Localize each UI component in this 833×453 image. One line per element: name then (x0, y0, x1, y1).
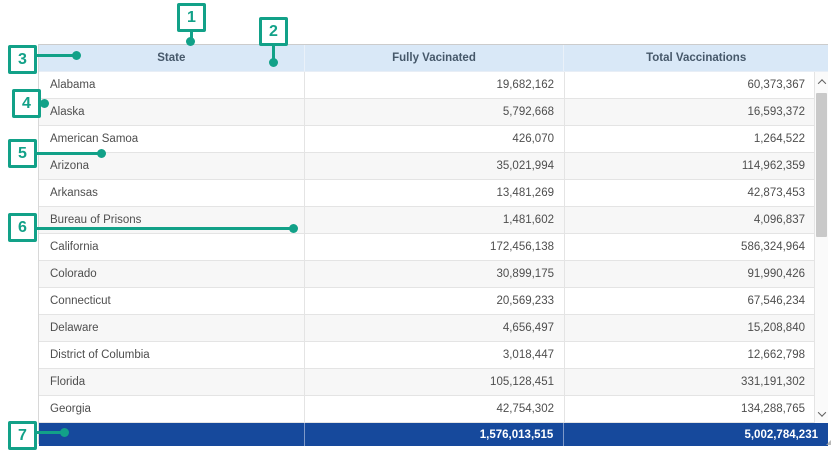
table-row[interactable]: District of Columbia 3,018,447 12,662,79… (39, 342, 828, 369)
table-row[interactable]: Connecticut 20,569,233 67,546,234 (39, 288, 828, 315)
callout-2-dot (269, 58, 278, 67)
state-cell: California (39, 234, 304, 260)
table-row[interactable]: Georgia 42,754,302 134,288,765 (39, 396, 828, 423)
fully-vaccinated-cell: 35,021,994 (304, 153, 564, 179)
callout-5-box: 5 (8, 139, 37, 168)
callout-6-box: 6 (8, 213, 37, 242)
resize-grip[interactable] (826, 440, 831, 445)
total-vaccinations-cell: 134,288,765 (564, 396, 815, 422)
table-body: Alabama 19,682,162 60,373,367 Alaska 5,7… (39, 72, 828, 423)
total-vaccinations-cell: 114,962,359 (564, 153, 815, 179)
state-cell: Alabama (39, 72, 304, 98)
column-header-fully-vaccinated[interactable]: Fully Vacinated (304, 45, 564, 71)
callout-6-dot (289, 224, 298, 233)
fully-vaccinated-cell: 1,481,602 (304, 207, 564, 233)
fully-vaccinated-cell: 19,682,162 (304, 72, 564, 98)
scrollbar-thumb[interactable] (816, 93, 827, 237)
table-body-rows: Alabama 19,682,162 60,373,367 Alaska 5,7… (39, 72, 828, 423)
total-vaccinations-cell: 12,662,798 (564, 342, 815, 368)
state-cell: American Samoa (39, 126, 304, 152)
total-total-vaccinations-cell: 5,002,784,231 (563, 423, 828, 446)
state-cell: District of Columbia (39, 342, 304, 368)
state-cell: Alaska (39, 99, 304, 125)
table-row[interactable]: Florida 105,128,451 331,191,302 (39, 369, 828, 396)
callout-1-box: 1 (177, 3, 206, 32)
total-vaccinations-cell: 15,208,840 (564, 315, 815, 341)
callout-6-line (36, 227, 293, 230)
total-vaccinations-cell: 67,546,234 (564, 288, 815, 314)
scroll-down-button[interactable] (815, 406, 828, 421)
total-vaccinations-cell: 91,990,426 (564, 261, 815, 287)
column-header-total-vaccinations[interactable]: Total Vaccinations (563, 45, 828, 71)
fully-vaccinated-cell: 20,569,233 (304, 288, 564, 314)
fully-vaccinated-cell: 426,070 (304, 126, 564, 152)
fully-vaccinated-cell: 4,656,497 (304, 315, 564, 341)
table-row[interactable]: American Samoa 426,070 1,264,522 (39, 126, 828, 153)
total-label-cell (39, 423, 304, 446)
table-header-row: State Fully Vacinated Total Vaccinations (39, 45, 828, 72)
chevron-up-icon (817, 79, 825, 87)
table-row[interactable]: Arkansas 13,481,269 42,873,453 (39, 180, 828, 207)
table-row[interactable]: Arizona 35,021,994 114,962,359 (39, 153, 828, 180)
state-cell: Arkansas (39, 180, 304, 206)
table-row[interactable]: Alabama 19,682,162 60,373,367 (39, 72, 828, 99)
callout-5-dot (97, 149, 106, 158)
total-vaccinations-cell: 1,264,522 (564, 126, 815, 152)
state-cell: Colorado (39, 261, 304, 287)
state-cell: Florida (39, 369, 304, 395)
state-cell: Arizona (39, 153, 304, 179)
screenshot-canvas: State Fully Vacinated Total Vaccinations… (0, 0, 833, 453)
table-row[interactable]: Delaware 4,656,497 15,208,840 (39, 315, 828, 342)
total-vaccinations-cell: 42,873,453 (564, 180, 815, 206)
chevron-down-icon (817, 408, 825, 416)
callout-4-box: 4 (12, 89, 41, 118)
total-vaccinations-cell: 331,191,302 (564, 369, 815, 395)
vertical-scrollbar[interactable] (814, 72, 828, 423)
callout-5-line (36, 152, 101, 155)
total-vaccinations-cell: 60,373,367 (564, 72, 815, 98)
fully-vaccinated-cell: 3,018,447 (304, 342, 564, 368)
callout-3-box: 3 (8, 45, 37, 74)
total-vaccinations-cell: 16,593,372 (564, 99, 815, 125)
total-vaccinations-cell: 586,324,964 (564, 234, 815, 260)
state-cell: Georgia (39, 396, 304, 422)
callout-3-line (36, 54, 75, 57)
scroll-up-button[interactable] (815, 74, 828, 89)
total-fully-vaccinated-cell: 1,576,013,515 (304, 423, 564, 446)
state-cell: Delaware (39, 315, 304, 341)
callout-3-dot (72, 51, 81, 60)
fully-vaccinated-cell: 5,792,668 (304, 99, 564, 125)
fully-vaccinated-cell: 30,899,175 (304, 261, 564, 287)
table-row[interactable]: California 172,456,138 586,324,964 (39, 234, 828, 261)
total-vaccinations-cell: 4,096,837 (564, 207, 815, 233)
fully-vaccinated-cell: 172,456,138 (304, 234, 564, 260)
vaccination-table: State Fully Vacinated Total Vaccinations… (38, 44, 828, 444)
callout-7-box: 7 (8, 421, 37, 450)
fully-vaccinated-cell: 13,481,269 (304, 180, 564, 206)
state-cell: Connecticut (39, 288, 304, 314)
fully-vaccinated-cell: 105,128,451 (304, 369, 564, 395)
callout-4-dot (40, 99, 49, 108)
fully-vaccinated-cell: 42,754,302 (304, 396, 564, 422)
table-row[interactable]: Colorado 30,899,175 91,990,426 (39, 261, 828, 288)
callout-2-box: 2 (259, 17, 288, 46)
table-row[interactable]: Alaska 5,792,668 16,593,372 (39, 99, 828, 126)
callout-1-dot (186, 37, 195, 46)
table-total-row: 1,576,013,515 5,002,784,231 (39, 423, 828, 446)
callout-7-dot (60, 428, 69, 437)
